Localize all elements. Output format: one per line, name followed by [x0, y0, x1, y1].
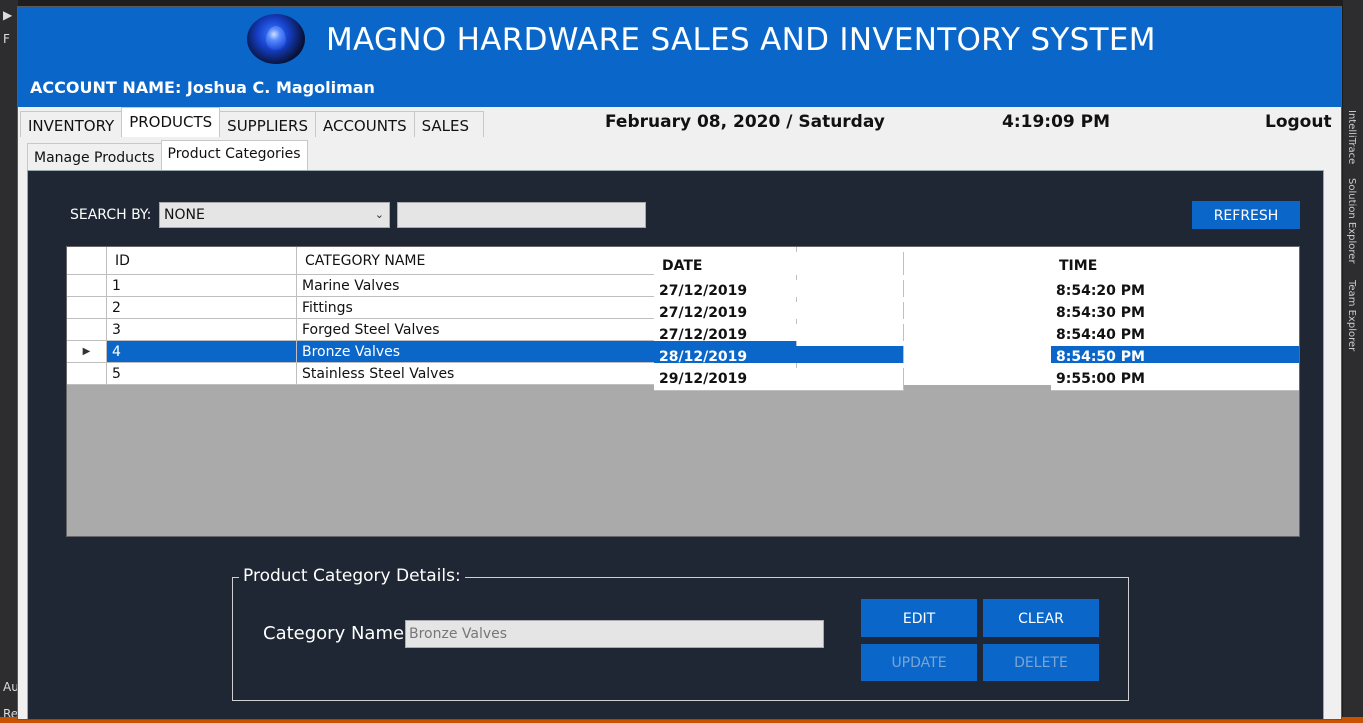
search-by-label: SEARCH BY: [70, 207, 152, 223]
logout-link[interactable]: Logout [1265, 112, 1332, 132]
tab-products[interactable]: PRODUCTS [121, 107, 221, 137]
ide-solution-explorer-tab[interactable]: Solution Explorer [1346, 178, 1357, 264]
refresh-button[interactable]: REFRESH [1192, 201, 1300, 229]
tab-product-categories[interactable]: Product Categories [160, 140, 308, 170]
row-selector[interactable] [67, 363, 107, 385]
ide-team-explorer-tab[interactable]: Team Explorer [1346, 280, 1357, 351]
tab-inventory[interactable]: INVENTORY [20, 111, 123, 137]
ide-right-strip: IntelliTrace Solution Explorer Team Expl… [1343, 0, 1363, 723]
tab-accounts[interactable]: ACCOUNTS [314, 111, 415, 137]
ide-menu-glyph: F [3, 32, 10, 46]
table-row[interactable]: 2 Fittings 27/12/2019 8:54:30 PM [67, 297, 1299, 325]
cell-id: 1 [107, 275, 297, 297]
account-name: ACCOUNT NAME: Joshua C. Magoliman [30, 78, 375, 97]
top-nav-bar: INVENTORY PRODUCTS SUPPLIERS ACCOUNTS SA… [18, 107, 1341, 139]
category-name-label: Category Name: [263, 623, 411, 644]
categories-panel: SEARCH BY: NONE ⌄ REFRESH ID CATEGORY NA… [27, 170, 1324, 719]
table-row[interactable]: 5 Stainless Steel Valves 29/12/2019 9:55… [67, 363, 1299, 391]
cell-id: 2 [107, 297, 297, 319]
clear-button[interactable]: CLEAR [983, 599, 1099, 637]
search-input[interactable] [397, 202, 646, 228]
app-window: MAGNO HARDWARE SALES AND INVENTORY SYSTE… [17, 6, 1342, 720]
ide-left-strip: ▶ F Au Re [0, 0, 19, 723]
cell-time: 9:55:00 PM [1051, 368, 1299, 391]
tab-sales[interactable]: SALES [413, 111, 485, 137]
current-date: February 08, 2020 / Saturday [605, 112, 885, 132]
current-time: 4:19:09 PM [1002, 112, 1111, 132]
product-subtabs: Manage Products Product Categories [27, 140, 308, 170]
column-header-id[interactable]: ID [107, 247, 297, 275]
category-details-group: Product Category Details: Category Name:… [232, 566, 1129, 701]
ide-intellitrace-tab[interactable]: IntelliTrace [1346, 110, 1357, 164]
category-name-field[interactable] [405, 620, 824, 648]
ide-run-glyph: ▶ [3, 8, 13, 22]
update-button[interactable]: UPDATE [861, 644, 977, 681]
app-header: MAGNO HARDWARE SALES AND INVENTORY SYSTE… [18, 7, 1341, 107]
tab-manage-products[interactable]: Manage Products [27, 143, 162, 170]
table-header-row: ID CATEGORY NAME DATE TIME [67, 247, 1299, 281]
row-selector[interactable] [67, 319, 107, 341]
app-title: MAGNO HARDWARE SALES AND INVENTORY SYSTE… [326, 22, 1156, 58]
main-tabs: INVENTORY PRODUCTS SUPPLIERS ACCOUNTS SA… [20, 107, 485, 137]
row-header-corner [67, 247, 107, 275]
cell-id: 4 [107, 341, 297, 363]
search-by-selected: NONE [164, 207, 205, 223]
table-row[interactable]: 3 Forged Steel Valves 27/12/2019 8:54:40… [67, 319, 1299, 347]
cell-date: 29/12/2019 [654, 368, 904, 391]
row-selector[interactable] [67, 297, 107, 319]
table-row[interactable]: 1 Marine Valves 27/12/2019 8:54:20 PM [67, 275, 1299, 303]
row-selector-current-icon[interactable]: ▶ [67, 341, 107, 363]
cell-id: 3 [107, 319, 297, 341]
table-row-selected[interactable]: ▶ 4 Bronze Valves 28/12/2019 8:54:50 PM [67, 341, 1299, 369]
cell-id: 5 [107, 363, 297, 385]
tab-suppliers[interactable]: SUPPLIERS [219, 111, 316, 137]
category-details-legend: Product Category Details: [239, 566, 465, 586]
row-selector[interactable] [67, 275, 107, 297]
categories-table[interactable]: ID CATEGORY NAME DATE TIME 1 Marine Valv… [66, 246, 1300, 537]
delete-button[interactable]: DELETE [983, 644, 1099, 681]
edit-button[interactable]: EDIT [861, 599, 977, 637]
chevron-down-icon: ⌄ [374, 208, 384, 221]
logo-icon [247, 14, 305, 64]
search-by-select[interactable]: NONE ⌄ [159, 202, 390, 228]
